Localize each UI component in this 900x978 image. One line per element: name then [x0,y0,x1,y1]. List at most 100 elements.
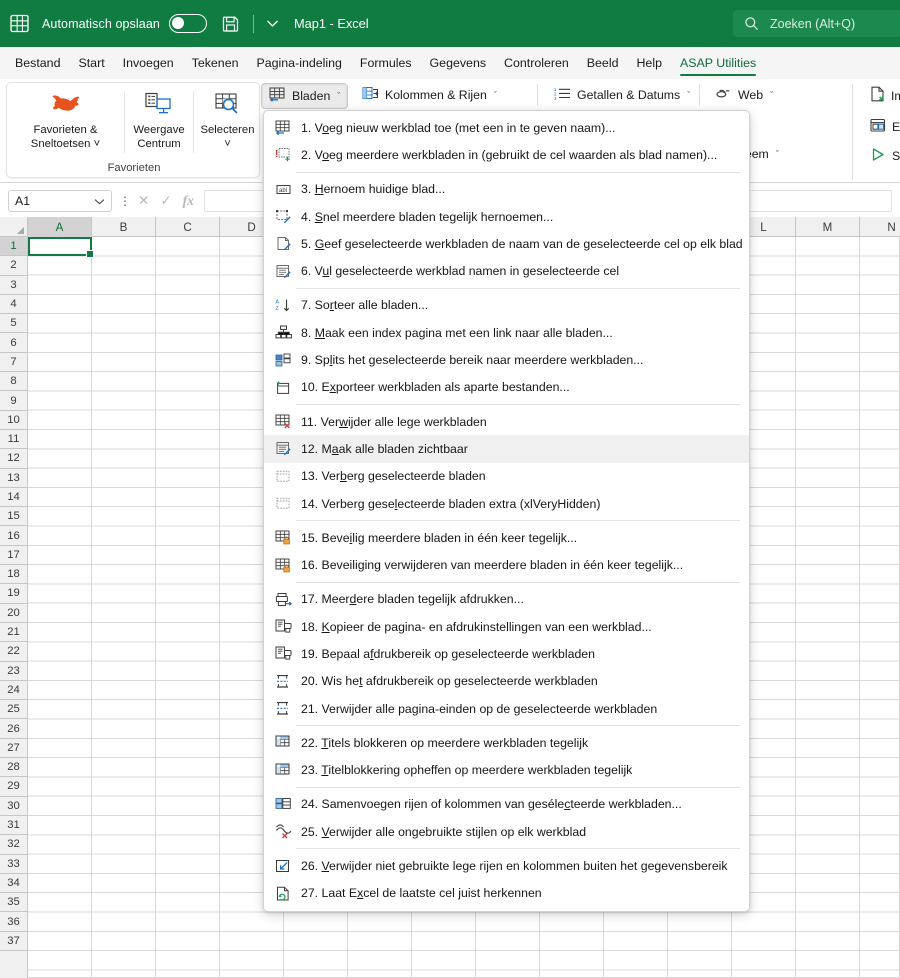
row-header-22[interactable]: 22 [0,642,27,662]
column-header-n[interactable]: N [860,217,900,237]
row-header-23[interactable]: 23 [0,662,27,681]
tab-controleren[interactable]: Controleren [495,47,578,79]
menu-item-18[interactable]: 18. Kopieer de pagina- en afdrukinstelli… [264,613,749,640]
menu-item-23[interactable]: 23. Titelblokkering opheffen op meerdere… [264,757,749,784]
menu-item-19[interactable]: 19. Bepaal afdrukbereik op geselecteerde… [264,640,749,667]
row-header-21[interactable]: 21 [0,623,27,643]
row-header-13[interactable]: 13 [0,469,27,488]
search-box[interactable]: Zoeken (Alt+Q) [733,10,900,37]
row-header-4[interactable]: 4 [0,295,27,315]
autosave-toggle[interactable] [168,14,207,33]
row-header-2[interactable]: 2 [0,256,27,276]
tab-help[interactable]: Help [627,47,670,79]
select-all-corner[interactable] [0,217,28,237]
start-button[interactable]: St [863,144,900,168]
import-button[interactable]: Im [863,83,900,108]
tab-beeld[interactable]: Beeld [578,47,628,79]
row-header-15[interactable]: 15 [0,507,27,527]
row-header-18[interactable]: 18 [0,565,27,585]
menu-item-24[interactable]: 24. Samenvoegen rijen of kolommen van ge… [264,791,749,818]
row-header-5[interactable]: 5 [0,314,27,334]
row-header-16[interactable]: 16 [0,526,27,546]
row-header-10[interactable]: 10 [0,411,27,430]
row-header-19[interactable]: 19 [0,584,27,604]
confirm-check-icon[interactable]: ✓ [160,193,171,209]
menu-item-2[interactable]: ! 2. Voeg meerdere werkbladen in (gebruik… [264,141,749,168]
bladen-dropdown-menu[interactable]: 1. Voeg nieuw werkblad toe (met een in t… [263,110,750,913]
row-header-32[interactable]: 32 [0,835,27,855]
menu-item-27[interactable]: 27. Laat Excel de laatste cel juist herk… [264,880,749,907]
row-header-37[interactable]: 37 [0,932,27,951]
menu-item-15[interactable]: 15. Beveilig meerdere bladen in één keer… [264,524,749,551]
insert-function-icon[interactable]: fx [183,193,194,209]
menu-item-22[interactable]: 22. Titels blokkeren op meerdere werkbla… [264,729,749,756]
name-box[interactable]: A1 [8,189,112,212]
menu-item-8[interactable]: 8. Maak een index pagina met een link na… [264,319,749,346]
row-header-30[interactable]: 30 [0,797,27,816]
row-header-11[interactable]: 11 [0,430,27,450]
chevron-down-icon[interactable] [94,194,105,208]
row-header-29[interactable]: 29 [0,777,27,797]
web-button[interactable]: Web ˇ [708,83,780,107]
row-header-6[interactable]: 6 [0,333,27,353]
selected-cell-a1[interactable] [28,237,94,259]
menu-item-3[interactable]: abl 3. Hernoem huidige blad... [264,176,749,203]
row-header-3[interactable]: 3 [0,276,27,295]
menu-item-12[interactable]: 12. Maak alle bladen zichtbaar [264,435,749,463]
select-button[interactable]: Selecteren ˅ [194,87,261,157]
bladen-button[interactable]: Bladen ˇ [261,83,349,109]
menu-item-21[interactable]: 21. Verwijder alle pagina-einden op de g… [264,695,749,722]
menu-item-6[interactable]: 6. Vul geselecteerde werkblad namen in g… [264,257,749,284]
chevron-down-icon[interactable] [265,16,281,32]
column-header-b[interactable]: B [92,217,156,237]
row-header-17[interactable]: 17 [0,546,27,566]
row-header-20[interactable]: 20 [0,604,27,623]
more-options-icon[interactable]: ⋮ [118,195,132,207]
tab-gegevens[interactable]: Gegevens [421,47,495,79]
export-button[interactable]: Ex [863,114,900,139]
tab-tekenen[interactable]: Tekenen [183,47,248,79]
column-header-m[interactable]: M [796,217,860,237]
row-header-33[interactable]: 33 [0,855,27,874]
menu-item-5[interactable]: 5. Geef geselecteerde werkbladen de naam… [264,230,749,257]
tab-asap-utilities[interactable]: ASAP Utilities [671,47,765,79]
row-header-14[interactable]: 14 [0,488,27,508]
row-header-8[interactable]: 8 [0,372,27,392]
menu-item-25[interactable]: 25. Verwijder alle ongebruikte stijlen o… [264,818,749,845]
save-disk-icon[interactable] [221,14,240,33]
menu-item-14[interactable]: 14. Verberg geselecteerde bladen extra (… [264,490,749,517]
row-header-25[interactable]: 25 [0,700,27,720]
row-header-1[interactable]: 1 [0,237,27,257]
favorites-shortcuts-button[interactable]: Favorieten & Sneltoetsen ˅ [7,87,124,157]
menu-item-13[interactable]: 13. Verberg geselecteerde bladen [264,463,749,490]
tab-invoegen[interactable]: Invoegen [114,47,183,79]
row-header-12[interactable]: 12 [0,449,27,469]
kolommen-rijen-button[interactable]: Kolommen & Rijen ˇ [355,83,504,107]
row-header-36[interactable]: 36 [0,912,27,932]
column-header-c[interactable]: C [156,217,220,237]
tab-bestand[interactable]: Bestand [6,47,69,79]
row-header-34[interactable]: 34 [0,874,27,894]
row-header-7[interactable]: 7 [0,353,27,373]
menu-item-17[interactable]: 17. Meerdere bladen tegelijk afdrukken..… [264,586,749,613]
tab-formules[interactable]: Formules [351,47,421,79]
menu-item-11[interactable]: 11. Verwijder alle lege werkbladen [264,408,749,435]
menu-item-1[interactable]: 1. Voeg nieuw werkblad toe (met een in t… [264,114,749,141]
row-header-27[interactable]: 27 [0,739,27,759]
cancel-x-icon[interactable]: ✕ [138,193,149,209]
row-header-9[interactable]: 9 [0,391,27,411]
tab-start[interactable]: Start [69,47,113,79]
row-header-28[interactable]: 28 [0,758,27,778]
row-header-26[interactable]: 26 [0,719,27,739]
row-header-24[interactable]: 24 [0,681,27,701]
menu-item-10[interactable]: 10. Exporteer werkbladen als aparte best… [264,374,749,401]
menu-item-9[interactable]: 9. Splits het geselecteerde bereik naar … [264,346,749,373]
menu-item-26[interactable]: 26. Verwijder niet gebruikte lege rijen … [264,852,749,879]
menu-item-16[interactable]: 16. Beveiliging verwijderen van meerdere… [264,551,749,578]
menu-item-20[interactable]: 20. Wis het afdrukbereik op geselecteerd… [264,668,749,695]
row-header-35[interactable]: 35 [0,893,27,913]
row-header-31[interactable]: 31 [0,816,27,836]
column-header-a[interactable]: A [28,217,92,237]
menu-item-7[interactable]: A Z 7. Sorteer alle bladen... [264,292,749,319]
tab-pagina-indeling[interactable]: Pagina-indeling [247,47,350,79]
